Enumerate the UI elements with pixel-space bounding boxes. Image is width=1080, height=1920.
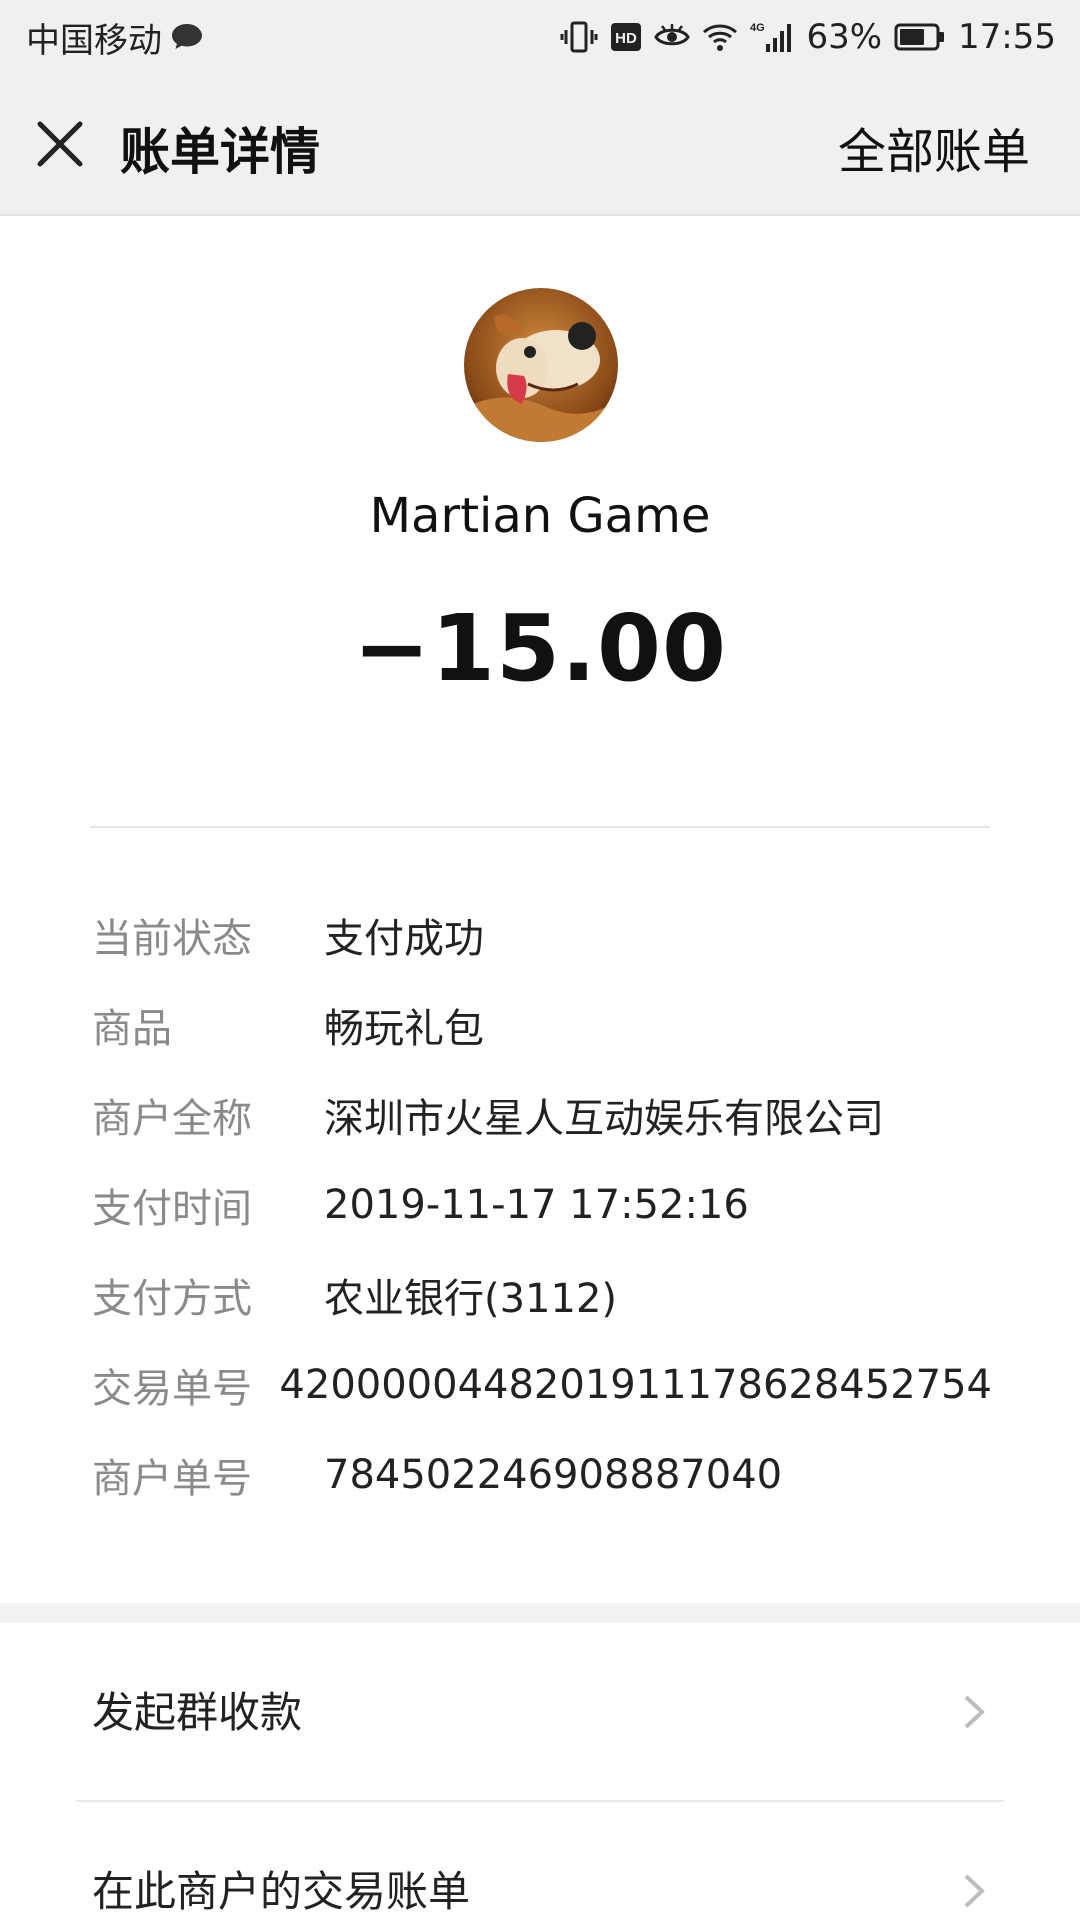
close-button[interactable] <box>34 118 86 170</box>
nav-bar: 账单详情 全部账单 <box>0 74 1080 216</box>
payment-amount: −15.00 <box>352 595 728 702</box>
detail-value: 784502246908887040 <box>324 1452 783 1498</box>
group-collect-button[interactable]: 发起群收款 <box>0 1623 1080 1799</box>
section-separator <box>0 1603 1080 1623</box>
vibrate-icon <box>560 20 598 54</box>
detail-label: 支付方式 <box>92 1276 252 1322</box>
detail-row-pay-method: 支付方式 农业银行(3112) <box>92 1250 992 1340</box>
detail-list: 当前状态 支付成功 商品 畅玩礼包 商户全称 深圳市火星人互动娱乐有限公司 支付… <box>92 890 992 1520</box>
detail-value: 支付成功 <box>324 916 484 962</box>
detail-value: 2019-11-17 17:52:16 <box>324 1182 749 1228</box>
battery-icon <box>894 23 946 51</box>
detail-label: 交易单号 <box>92 1366 252 1412</box>
status-left: 中国移动 <box>26 13 204 62</box>
detail-label: 商户全称 <box>92 1096 252 1142</box>
eye-icon <box>654 23 691 51</box>
status-bar: 中国移动 HD 4G 63% 17:55 <box>0 0 1080 74</box>
detail-label: 当前状态 <box>92 916 252 962</box>
chevron-right-icon <box>964 1874 985 1908</box>
detail-value: 深圳市火星人互动娱乐有限公司 <box>324 1096 884 1142</box>
detail-label: 商品 <box>92 1006 172 1052</box>
detail-value: 4200000448201911178628452754 <box>279 1362 992 1408</box>
detail-row-product: 商品 畅玩礼包 <box>92 980 992 1070</box>
hd-icon: HD <box>610 22 642 52</box>
page-title: 账单详情 <box>120 123 320 181</box>
bill-detail-screen: 中国移动 HD 4G 63% 17:55 账单详情 全部账单 Martian G… <box>0 0 1080 1920</box>
close-icon <box>37 121 83 167</box>
chevron-right-icon <box>964 1695 985 1729</box>
detail-label: 商户单号 <box>92 1456 252 1502</box>
wifi-icon <box>702 22 738 52</box>
detail-value: 农业银行(3112) <box>324 1276 618 1322</box>
detail-row-pay-time: 支付时间 2019-11-17 17:52:16 <box>92 1160 992 1250</box>
divider <box>90 826 990 828</box>
svg-text:4G: 4G <box>750 22 765 34</box>
clock: 17:55 <box>958 17 1056 57</box>
status-right: HD 4G 63% 17:55 <box>560 17 1056 57</box>
svg-text:HD: HD <box>616 30 638 47</box>
detail-row-merchant-fullname: 商户全称 深圳市火星人互动娱乐有限公司 <box>92 1070 992 1160</box>
action-label: 在此商户的交易账单 <box>92 1867 471 1916</box>
detail-value: 畅玩礼包 <box>324 1006 484 1052</box>
merchant-avatar[interactable] <box>464 288 618 442</box>
battery-percent: 63% <box>806 17 883 57</box>
carrier-label: 中国移动 <box>26 20 162 61</box>
merchant-name: Martian Game <box>369 488 711 544</box>
detail-row-status: 当前状态 支付成功 <box>92 890 992 980</box>
detail-label: 支付时间 <box>92 1186 252 1232</box>
detail-row-transaction-id: 交易单号 4200000448201911178628452754 <box>92 1340 992 1430</box>
merchant-transactions-button[interactable]: 在此商户的交易账单 <box>0 1802 1080 1920</box>
detail-row-merchant-order-id: 商户单号 784502246908887040 <box>92 1430 992 1520</box>
action-label: 发起群收款 <box>92 1688 303 1737</box>
all-bills-link[interactable]: 全部账单 <box>838 112 1030 182</box>
wechat-chat-icon <box>170 22 204 52</box>
signal-4g-icon: 4G <box>750 20 794 54</box>
